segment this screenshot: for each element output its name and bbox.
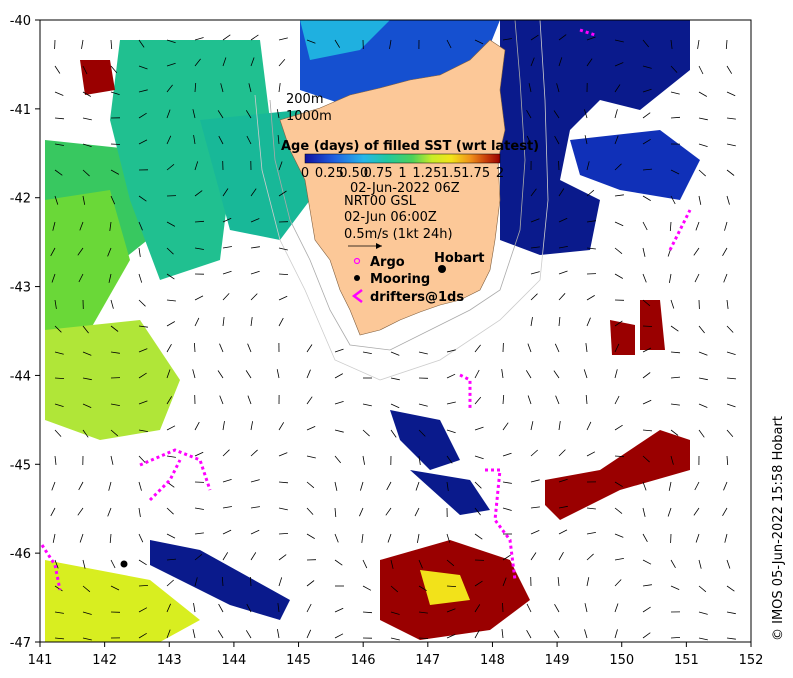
colorbar [304,153,501,164]
lon-tick-label: 151 [674,653,699,668]
lat-tick-label: -42 [10,192,31,207]
sst-patch-northwest-maroon [80,60,115,95]
hobart-label: Hobart [434,251,485,266]
velocity-scale-label: 0.5m/s (1kt 24h) [344,227,453,242]
mooring-legend-icon [354,275,360,281]
colorbar-label: 2 [496,166,504,181]
lon-tick-label: 149 [545,653,570,668]
lon-tick-label: 144 [221,653,246,668]
colorbar-label: 0.75 [364,166,393,181]
colorbar-label: 1.25 [412,166,441,181]
hobart-marker [438,265,446,273]
colorbar-title: Age (days) of filled SST (wrt latest) [281,139,539,154]
mooring-marker [120,560,128,568]
sst-map-figure: 141 142 143 144 145 146 147 148 149 150 151 152 -40… [10,14,786,668]
lon-tick-label: 142 [92,653,117,668]
lon-tick-label: 146 [351,653,376,668]
lon-tick-label: 150 [609,653,634,668]
bathymetry-label-1000m: 1000m [286,109,332,124]
colorbar-label: 0 [301,166,309,181]
lat-tick-label: -44 [10,369,31,384]
lon-tick-label: 152 [739,653,764,668]
velocity-arrow [502,602,504,613]
current-time: 02-Jun 06:00Z [344,210,437,225]
sst-patch-east-maroon-2 [610,320,635,355]
credit-text: © IMOS 05-Jun-2022 15:58 Hobart [771,416,786,641]
lon-tick-label: 141 [28,653,53,668]
latitude-ticks: -40 -41 -42 -43 -44 -45 -46 -47 [10,14,40,651]
lat-tick-label: -47 [10,636,31,651]
velocity-arrow [642,325,653,327]
longitude-ticks: 141 142 143 144 145 146 147 148 149 150 151 152 [28,642,764,668]
mooring-legend-label: Mooring [370,272,430,287]
current-source: NRT00 GSL [344,194,417,209]
lon-tick-label: 145 [286,653,311,668]
lat-tick-label: -40 [10,14,31,29]
colorbar-label: 1.5 [441,166,462,181]
velocity-arrow [558,160,560,171]
lon-tick-label: 143 [157,653,182,668]
lon-tick-label: 147 [415,653,440,668]
lat-tick-label: -46 [10,547,31,562]
bathymetry-label-200m: 200m [286,92,323,107]
velocity-arrow [110,143,121,145]
map-plot-area [40,20,751,642]
lon-tick-label: 148 [480,653,505,668]
lat-tick-label: -45 [10,458,31,473]
colorbar-label: 1 [398,166,406,181]
drifter-legend-label: drifters@1ds [370,290,464,305]
colorbar-label: 1.75 [461,166,490,181]
colorbar-labels: 0 0.250.500.75 1 1.25 1.5 1.75 2 [301,166,504,181]
argo-legend-label: Argo [370,255,405,270]
lat-tick-label: -41 [10,103,31,118]
lat-tick-label: -43 [10,281,31,296]
